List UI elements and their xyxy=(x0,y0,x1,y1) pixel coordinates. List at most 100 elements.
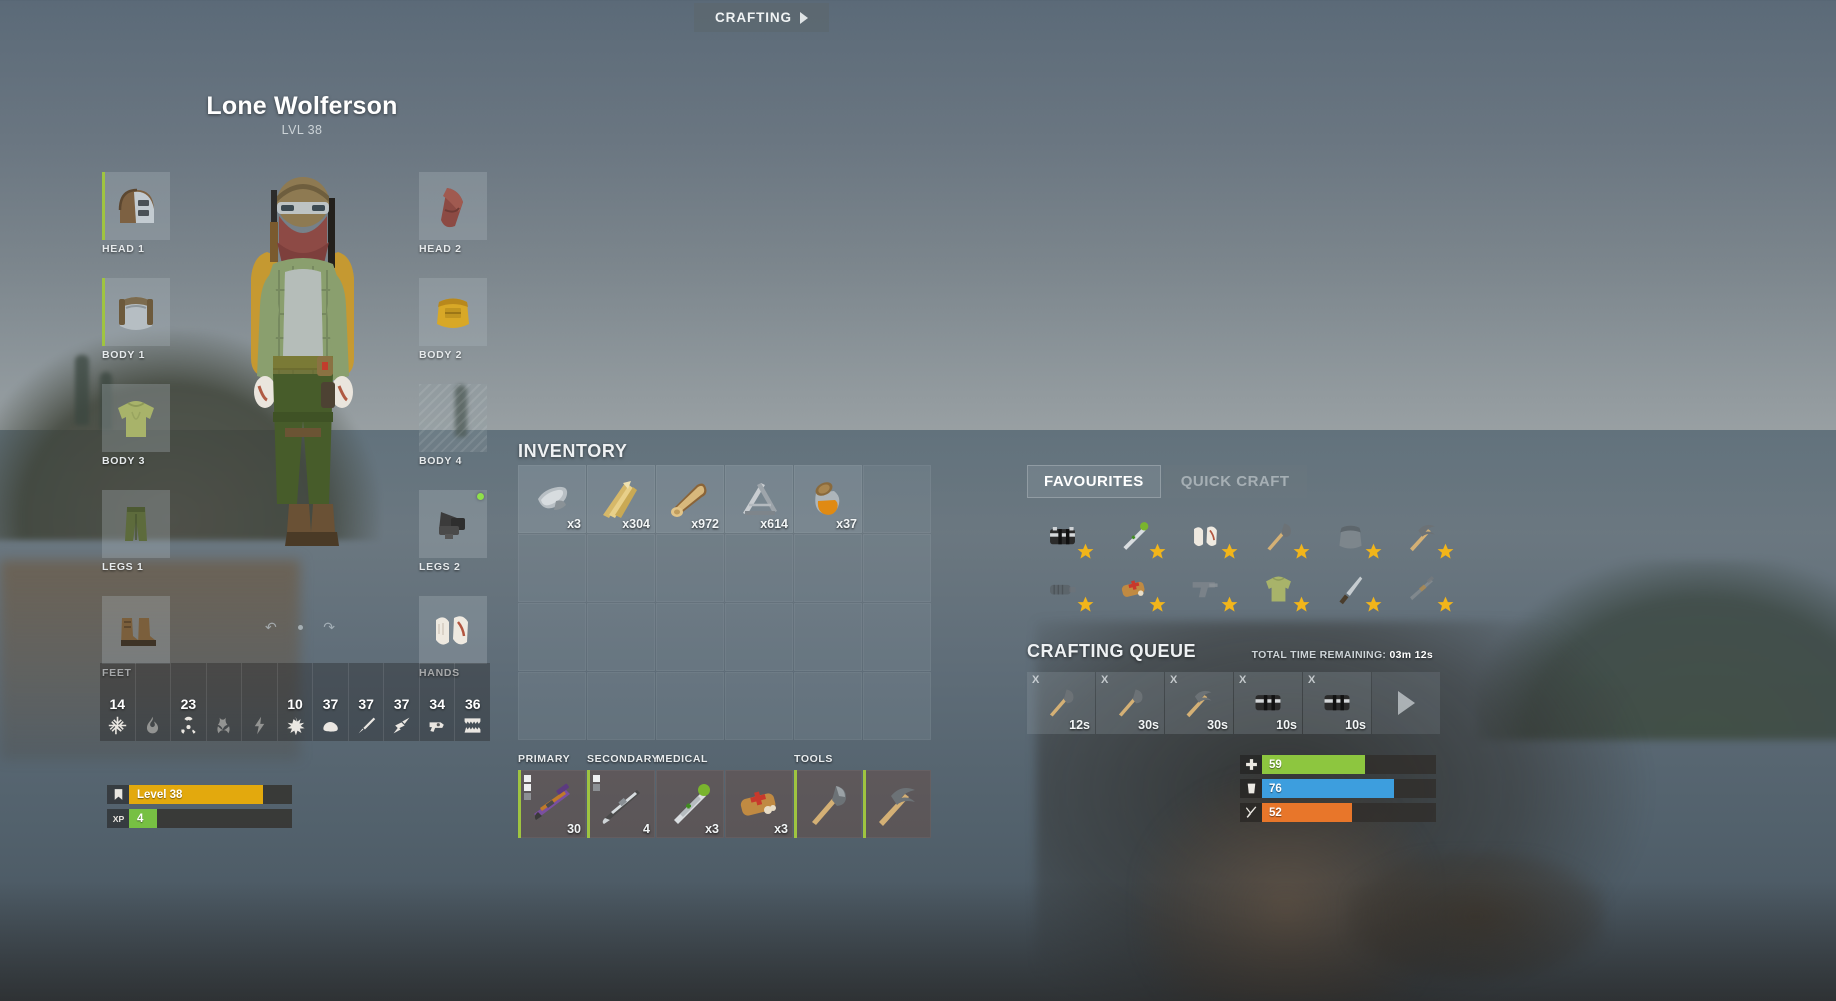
vital-row-food: 52 xyxy=(1240,803,1436,822)
crafting-tab-button[interactable]: CRAFTING xyxy=(694,3,829,32)
queue-item[interactable]: X 10s xyxy=(1234,672,1302,734)
item-quantity: x37 xyxy=(836,517,857,531)
queue-item[interactable]: X 10s xyxy=(1303,672,1371,734)
favourite-star-icon xyxy=(1076,595,1095,614)
stat-cell-electric xyxy=(242,663,278,741)
favourite-star-icon xyxy=(1292,542,1311,561)
xp-row: XP 4 xyxy=(107,809,292,828)
rotate-right-icon[interactable]: ↷ xyxy=(323,619,335,636)
equipment-box[interactable] xyxy=(419,278,487,346)
favourite-item[interactable] xyxy=(1027,510,1098,562)
equipment-slot-label: HEAD 1 xyxy=(102,243,145,255)
inventory-slot[interactable] xyxy=(518,534,586,602)
inventory-slot[interactable] xyxy=(587,672,655,740)
inventory-slot[interactable]: x972 xyxy=(656,465,724,533)
tab-favourites[interactable]: FAVOURITES xyxy=(1027,465,1161,498)
rotate-left-icon[interactable]: ↶ xyxy=(265,619,277,636)
stat-cell-blunt: 37 xyxy=(313,663,349,741)
favourite-item[interactable] xyxy=(1099,563,1170,615)
water-glass-icon xyxy=(1240,779,1262,798)
inventory-slot[interactable]: x37 xyxy=(794,465,862,533)
belt-slot-medical-1[interactable]: x3 xyxy=(656,770,724,838)
hide-vest-icon xyxy=(427,286,479,338)
inventory-slot[interactable] xyxy=(518,603,586,671)
belt-label-secondary: SECONDARY xyxy=(587,753,660,765)
inventory-slot[interactable] xyxy=(863,534,931,602)
equipment-slot-legs-1[interactable]: LEGS 1 xyxy=(102,490,170,573)
character-rotate-controls[interactable]: ↶ ↷ xyxy=(265,618,335,636)
equipment-box[interactable] xyxy=(102,596,170,664)
queue-item[interactable]: X 30s xyxy=(1096,672,1164,734)
queue-item[interactable]: X 12s xyxy=(1027,672,1095,734)
play-arrow-icon xyxy=(799,11,808,24)
belt-slot-tool-2[interactable] xyxy=(863,770,931,838)
queue-item[interactable]: X 30s xyxy=(1165,672,1233,734)
background-vignette xyxy=(0,881,1836,1001)
inventory-slot[interactable] xyxy=(656,672,724,740)
page-title: Lone Wolferson xyxy=(206,92,398,120)
inventory-slot[interactable] xyxy=(656,534,724,602)
belt-slot-secondary[interactable]: 4 xyxy=(587,770,655,838)
equipment-box[interactable] xyxy=(419,172,487,240)
equipment-slot-label: HEAD 2 xyxy=(419,243,462,255)
equipment-slot-body-1[interactable]: BODY 1 xyxy=(102,278,170,361)
favourite-item[interactable] xyxy=(1387,510,1458,562)
equipment-box[interactable] xyxy=(419,596,487,664)
favourite-item[interactable] xyxy=(1171,563,1242,615)
item-quantity: x614 xyxy=(760,517,788,531)
condition-bar xyxy=(794,770,797,838)
favourite-item[interactable] xyxy=(1387,563,1458,615)
favourite-item[interactable] xyxy=(1099,510,1170,562)
inventory-slot[interactable] xyxy=(656,603,724,671)
favourite-item[interactable] xyxy=(1315,510,1386,562)
inventory-slot[interactable] xyxy=(794,603,862,671)
stat-value: 34 xyxy=(429,696,445,712)
favourite-item[interactable] xyxy=(1243,563,1314,615)
favourite-item[interactable] xyxy=(1243,510,1314,562)
equipment-slot-body-2[interactable]: BODY 2 xyxy=(419,278,487,361)
tab-quick-craft[interactable]: QUICK CRAFT xyxy=(1163,465,1307,498)
favourite-star-icon xyxy=(1148,595,1167,614)
inventory-slot[interactable] xyxy=(794,534,862,602)
inventory-slot[interactable] xyxy=(518,672,586,740)
belt-slot-medical-2[interactable]: x3 xyxy=(725,770,793,838)
inventory-slot[interactable]: x304 xyxy=(587,465,655,533)
condition-bar xyxy=(518,770,521,838)
inventory-slot[interactable] xyxy=(863,465,931,533)
equipment-slot-head-2[interactable]: HEAD 2 xyxy=(419,172,487,255)
favourite-item[interactable] xyxy=(1171,510,1242,562)
queue-play-button[interactable] xyxy=(1372,672,1440,734)
inventory-slot[interactable] xyxy=(587,603,655,671)
inventory-slot[interactable]: x614 xyxy=(725,465,793,533)
equipment-box[interactable] xyxy=(102,490,170,558)
inventory-slot[interactable] xyxy=(794,672,862,740)
equipment-slot-legs-2[interactable]: LEGS 2 xyxy=(419,490,487,573)
belt-slot-tool-1[interactable] xyxy=(794,770,862,838)
inventory-slot[interactable]: x3 xyxy=(518,465,586,533)
reset-dot-icon[interactable] xyxy=(297,624,303,630)
inventory-slot[interactable] xyxy=(863,603,931,671)
crafting-queue-grid: X 12s X 30s X 30s X 10s X 10s xyxy=(1027,672,1440,734)
equipment-slot-head-1[interactable]: HEAD 1 xyxy=(102,172,170,255)
equipment-box-empty[interactable] xyxy=(419,384,487,452)
equipment-slot-body-4[interactable]: BODY 4 xyxy=(419,384,487,467)
inventory-slot[interactable] xyxy=(725,534,793,602)
equipment-box[interactable] xyxy=(102,278,170,346)
equipment-box[interactable] xyxy=(419,490,487,558)
belt-slot-primary[interactable]: 30 xyxy=(518,770,586,838)
inventory-slot[interactable] xyxy=(725,672,793,740)
favourite-star-icon xyxy=(1436,595,1455,614)
stat-cell-biohazard xyxy=(207,663,243,741)
inventory-slot[interactable] xyxy=(587,534,655,602)
equipment-slot-body-3[interactable]: BODY 3 xyxy=(102,384,170,467)
equipment-box[interactable] xyxy=(102,384,170,452)
favourite-item[interactable] xyxy=(1027,563,1098,615)
stat-cell-stab: 37 xyxy=(384,663,420,741)
hydration-fill: 76 xyxy=(1262,779,1395,798)
equipment-box[interactable] xyxy=(102,172,170,240)
favourite-item[interactable] xyxy=(1315,563,1386,615)
health-fill: 59 xyxy=(1262,755,1365,774)
inventory-slot[interactable] xyxy=(725,603,793,671)
inventory-slot[interactable] xyxy=(863,672,931,740)
bookmark-icon xyxy=(107,785,129,804)
